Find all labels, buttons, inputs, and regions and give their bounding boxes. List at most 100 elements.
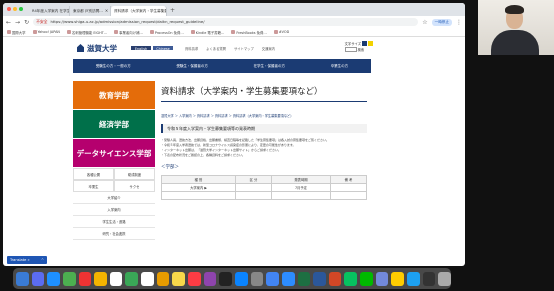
gnav-item[interactable]: 受験生・保護者の方 [176,64,208,69]
util-link[interactable]: 資料請求 [185,46,198,51]
sidebar-link[interactable]: 助成制度 [114,168,155,180]
util-link[interactable]: サイトマップ [234,46,254,51]
chrome-icon[interactable] [266,271,279,286]
site-search-input[interactable] [344,47,357,52]
minimize-window-button[interactable] [13,7,17,11]
table-header: 区 分 [234,175,272,184]
person-body [491,30,539,55]
window-controls[interactable] [7,7,23,11]
faculty-education-banner[interactable]: 教育学部 [73,81,155,109]
bookmark-item[interactable]: 名刺管理機能 EIGHT… [66,30,107,35]
menu-icon[interactable]: ⋮ [456,19,462,26]
sidebar-item[interactable]: 大学紹介 [73,192,155,204]
lang-chinese[interactable]: Chinese [152,45,174,51]
podcasts-icon[interactable] [203,271,217,286]
browser-tab[interactable]: 東京都 戸別訪問… × [70,6,111,16]
lang-english[interactable]: English [130,45,152,51]
browser-tab[interactable]: R4年度入学案内 在学生…× [29,6,70,16]
app-icon[interactable] [407,271,420,286]
powerpoint-icon[interactable] [328,271,342,286]
reload-icon[interactable]: ↻ [24,19,29,26]
sidebar-item[interactable]: 学生生活・進路 [73,216,155,228]
util-link[interactable]: よくある質問 [206,46,226,51]
trash-icon[interactable] [438,271,451,286]
line-icon[interactable] [360,271,373,286]
sidebar-link[interactable]: 卒業生 [73,180,114,192]
messages-icon[interactable] [62,271,76,286]
faculty-economics-banner[interactable]: 経済学部 [73,110,155,138]
maps-icon[interactable] [94,271,107,286]
facetime-icon[interactable] [125,271,139,286]
table-cell [161,191,236,200]
bookmark-icon [114,30,119,34]
util-link[interactable]: 交通案内 [262,46,275,51]
bookmark-item[interactable]: 国際大学 [7,30,26,35]
table-cell [234,191,272,200]
table-cell [329,191,368,200]
bookmark-item[interactable]: Yahoo! JAPAN [32,30,60,34]
close-window-button[interactable] [7,7,11,11]
back-icon[interactable]: ← [6,19,11,26]
sidebar-item[interactable]: 研究・社会連携 [73,228,155,240]
font-size-button-large[interactable] [368,41,373,46]
bullet-text: ・下表の配布状況をご確認の上、各種資料をご請求ください。 [161,153,246,157]
forward-icon[interactable]: → [15,19,20,26]
wechat-icon[interactable] [344,271,358,286]
sidebar-grid: 各種公開 助成制度 卒業生 サクセ [73,168,155,192]
gnav-item[interactable]: 受験生の方・一般の方 [96,64,131,69]
font-size-button[interactable] [362,41,367,46]
mail-icon[interactable] [78,271,92,286]
app-icon[interactable] [375,271,389,286]
table-cell [329,183,368,192]
terminal-icon[interactable] [422,271,436,286]
zoom-icon[interactable] [281,271,295,286]
excel-icon[interactable] [297,271,311,286]
web-page: 滋賀大学 English Chinese 資料請求 よくある質問 サイトマップ … [3,37,465,266]
profile-badge[interactable]: 一時停止 [431,18,452,26]
contacts-icon[interactable] [156,271,170,286]
tv-icon[interactable] [219,271,232,286]
browser-tab-active[interactable]: 資料請求（大学案内・学生募集要項…× [111,6,167,16]
app-icon[interactable] [391,271,405,286]
bookmark-icon [231,30,236,34]
bookmark-item[interactable]: Kindle 電子書籍… [190,30,224,35]
sidebar-link[interactable]: 各種公開 [73,168,114,180]
sidebar-item[interactable]: 入学案内 [73,204,155,216]
bookmark-item[interactable]: 事業者向け補… [114,30,143,35]
zoom-window-button[interactable] [19,7,23,11]
word-icon[interactable] [313,271,326,286]
address-bar[interactable]: 不安全 https://www.shiga-u.ac.jp/admission/… [33,18,419,26]
safari-icon[interactable] [47,271,60,286]
calendar-icon[interactable] [141,271,154,286]
browser-window: R4年度入学案内 在学生…× 東京都 戸別訪問…× 資料請求（大学案内・学生募集… [3,3,465,266]
close-icon[interactable]: × [105,6,108,16]
table-header: 種 別 [161,175,236,184]
gnav-item[interactable]: 在学生・保護者の方 [254,64,286,69]
gnav-item[interactable]: 卒業生の方 [331,64,349,69]
breadcrumb[interactable]: 滋賀大学 ＞ 入学案内 ＞ 資料請求 ＞ 資料請求 ＞ 資料請求（大学案内・学生… [161,113,367,118]
photos-icon[interactable] [109,271,123,286]
faculty-datascience-banner[interactable]: データサイエンス学部 [73,139,155,167]
translate-button[interactable]: Translate » ^ [7,256,47,264]
bookmark-item[interactable]: FreshBooks 免費… [231,30,267,35]
sidebar-link[interactable]: サクセ [114,180,155,192]
new-tab-button[interactable]: + [167,6,175,16]
mac-dock [13,268,451,289]
table-row [161,191,368,200]
finder-icon[interactable] [16,271,29,286]
bookmark-item[interactable]: ProcessOn 免費… [149,30,184,35]
table-header: 備 考 [329,175,368,184]
sidebar-list: 大学紹介 入学案内 学生生活・進路 研究・社会連携 [73,192,155,240]
notes-icon[interactable] [172,271,186,286]
materials-table: 種 別 区 分 発表時期 備 考 大学案内 ▶ 7月予定 [161,175,368,200]
bookmark-icon [66,30,71,34]
bookmark-item[interactable]: #VOD [273,30,289,34]
app-store-icon[interactable] [234,271,248,286]
music-icon[interactable] [188,271,201,286]
table-cell[interactable]: 大学案内 ▶ [161,183,236,192]
star-icon[interactable]: ☆ [422,19,427,26]
launchpad-icon[interactable] [31,271,45,286]
settings-icon[interactable] [250,271,264,286]
tab-bar: R4年度入学案内 在学生…× 東京都 戸別訪問…× 資料請求（大学案内・学生募集… [3,3,465,16]
site-logo[interactable]: 滋賀大学 [77,43,117,54]
